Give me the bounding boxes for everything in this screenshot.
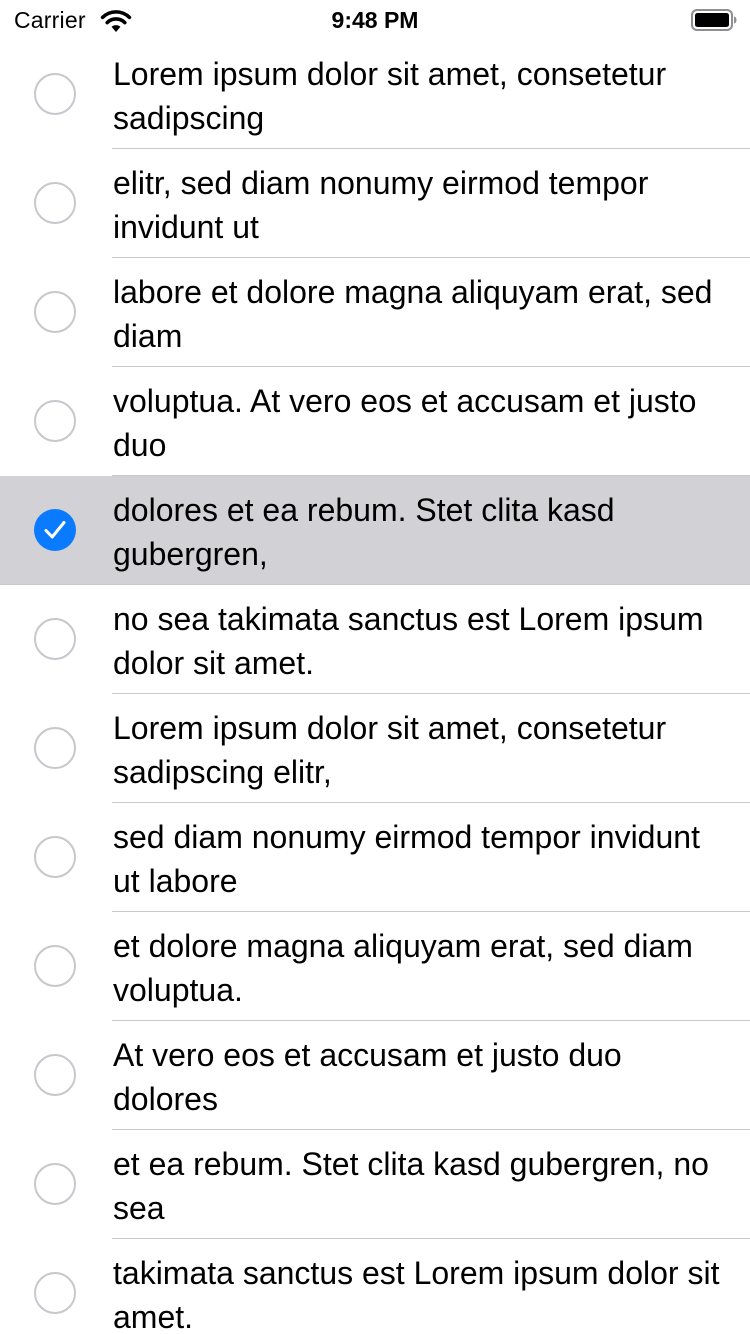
list-item[interactable]: et dolore magna aliquyam erat, sed diam … bbox=[0, 912, 750, 1021]
checkmark-circle-icon bbox=[34, 400, 76, 442]
list-item[interactable]: At vero eos et accusam et justo duo dolo… bbox=[0, 1021, 750, 1130]
checkmark-circle-icon bbox=[34, 1163, 76, 1205]
status-time: 9:48 PM bbox=[331, 7, 419, 33]
list-item-label: takimata sanctus est Lorem ipsum dolor s… bbox=[113, 1255, 720, 1334]
checkmark-circle-icon bbox=[34, 727, 76, 769]
list-item-label: elitr, sed diam nonumy eirmod tempor inv… bbox=[113, 165, 649, 245]
checkmark-circle-icon bbox=[34, 182, 76, 224]
status-bar: Carrier 9:48 PM bbox=[0, 0, 750, 40]
selection-list: Lorem ipsum dolor sit amet, consetetur s… bbox=[0, 40, 750, 1334]
checkmark-circle-icon bbox=[34, 291, 76, 333]
list-item-label: labore et dolore magna aliquyam erat, se… bbox=[113, 274, 713, 354]
list-item[interactable]: et ea rebum. Stet clita kasd gubergren, … bbox=[0, 1130, 750, 1239]
list-item[interactable]: elitr, sed diam nonumy eirmod tempor inv… bbox=[0, 149, 750, 258]
list-item[interactable]: voluptua. At vero eos et accusam et just… bbox=[0, 367, 750, 476]
checkmark-circle-icon bbox=[34, 73, 76, 115]
battery-icon bbox=[691, 9, 737, 31]
list-item[interactable]: Lorem ipsum dolor sit amet, consetetur s… bbox=[0, 40, 750, 149]
checkmark-circle-icon bbox=[34, 836, 76, 878]
list-item-label: dolores et ea rebum. Stet clita kasd gub… bbox=[113, 492, 615, 572]
list-item[interactable]: sed diam nonumy eirmod tempor invidunt u… bbox=[0, 803, 750, 912]
list-item[interactable]: dolores et ea rebum. Stet clita kasd gub… bbox=[0, 476, 750, 585]
list-item-label: voluptua. At vero eos et accusam et just… bbox=[113, 383, 697, 463]
checkmark-circle-icon bbox=[34, 1272, 76, 1314]
checkmark-circle-icon bbox=[34, 618, 76, 660]
list-item[interactable]: takimata sanctus est Lorem ipsum dolor s… bbox=[0, 1239, 750, 1334]
list-item-label: no sea takimata sanctus est Lorem ipsum … bbox=[113, 601, 704, 681]
list-item[interactable]: labore et dolore magna aliquyam erat, se… bbox=[0, 258, 750, 367]
checkmark-circle-icon bbox=[34, 1054, 76, 1096]
list-item[interactable]: Lorem ipsum dolor sit amet, consetetur s… bbox=[0, 694, 750, 803]
list-item[interactable]: no sea takimata sanctus est Lorem ipsum … bbox=[0, 585, 750, 694]
list-item-label: sed diam nonumy eirmod tempor invidunt u… bbox=[113, 819, 700, 899]
list-item-label: At vero eos et accusam et justo duo dolo… bbox=[113, 1037, 622, 1117]
list-item-label: Lorem ipsum dolor sit amet, consetetur s… bbox=[113, 56, 667, 136]
list-item-label: et dolore magna aliquyam erat, sed diam … bbox=[113, 928, 693, 1008]
checkmark-selected-icon bbox=[34, 509, 76, 551]
list-item-label: Lorem ipsum dolor sit amet, consetetur s… bbox=[113, 710, 667, 790]
checkmark-circle-icon bbox=[34, 945, 76, 987]
screen: Carrier 9:48 PM Lorem ipsum dolor sit am… bbox=[0, 0, 750, 1334]
list-item-label: et ea rebum. Stet clita kasd gubergren, … bbox=[113, 1146, 709, 1226]
